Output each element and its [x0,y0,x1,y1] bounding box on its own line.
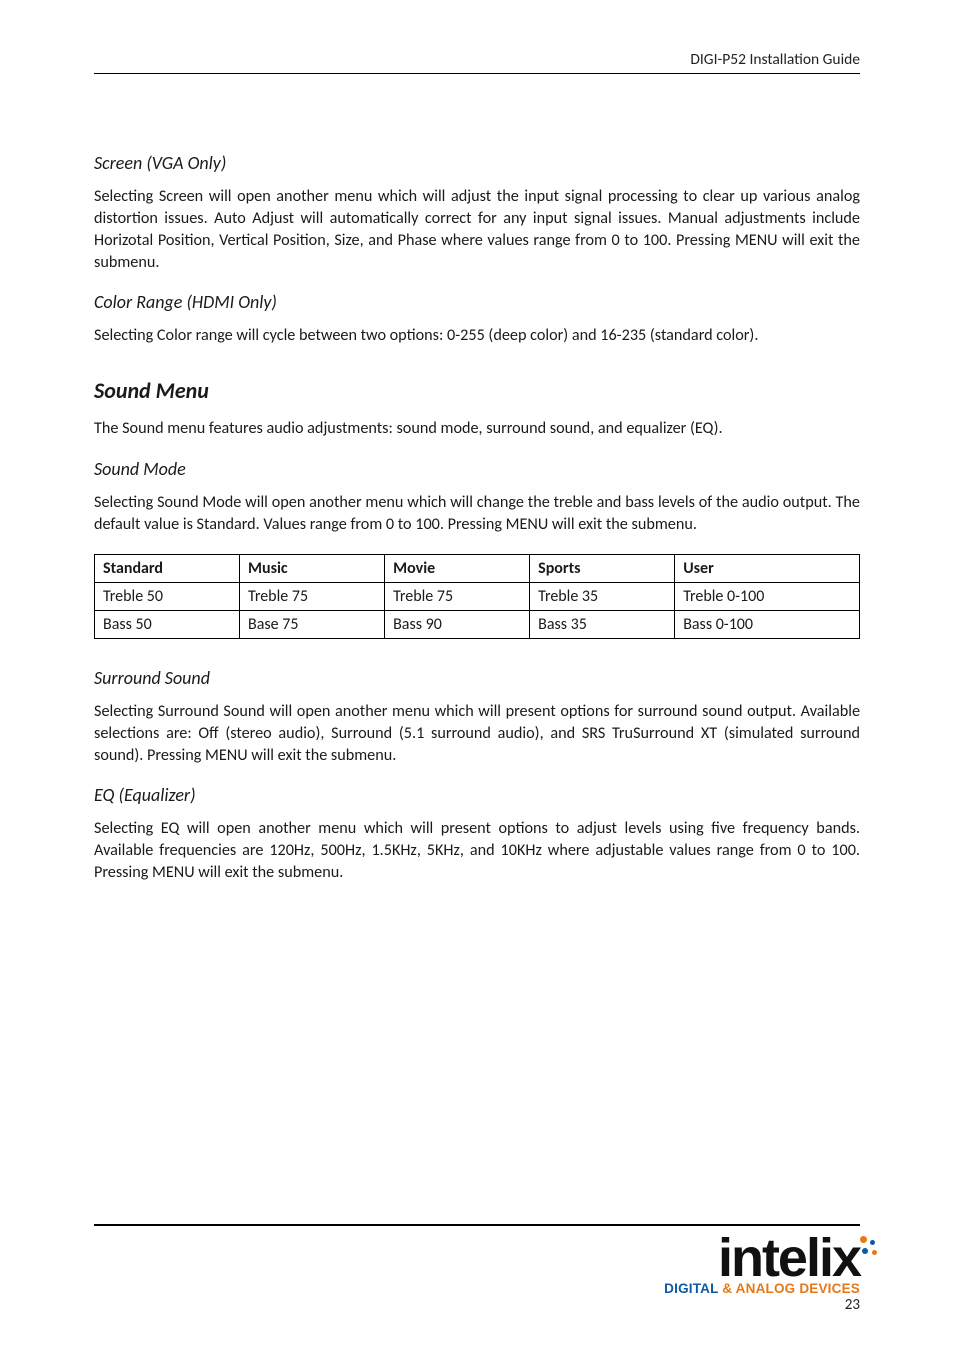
logo-text: intelix [664,1234,860,1283]
td: Treble 0-100 [675,582,860,610]
th-user: User [675,554,860,582]
th-sports: Sports [530,554,675,582]
td: Bass 50 [95,610,240,638]
table-row: Bass 50 Base 75 Bass 90 Bass 35 Bass 0-1… [95,610,860,638]
heading-screen: Screen (VGA Only) [94,152,860,174]
table-row: Treble 50 Treble 75 Treble 75 Treble 35 … [95,582,860,610]
page: DIGI-P52 Installation Guide Screen (VGA … [0,0,954,1350]
logo-main-text: intelix [718,1228,860,1288]
heading-color-range: Color Range (HDMI Only) [94,291,860,313]
body-color-range: Selecting Color range will cycle between… [94,325,860,347]
logo-dots-icon [860,1236,878,1276]
td: Treble 35 [530,582,675,610]
brand-logo: intelix DIGITAL & ANALOG DEVICES [664,1234,860,1296]
td: Treble 75 [240,582,385,610]
th-movie: Movie [385,554,530,582]
heading-eq: EQ (Equalizer) [94,784,860,806]
body-screen: Selecting Screen will open another menu … [94,186,860,273]
heading-sound-mode: Sound Mode [94,458,860,480]
td: Bass 0-100 [675,610,860,638]
th-standard: Standard [95,554,240,582]
td: Base 75 [240,610,385,638]
td: Treble 50 [95,582,240,610]
footer-rule [94,1224,860,1226]
sound-mode-table: Standard Music Movie Sports User Treble … [94,554,860,639]
logo-sub-digital: DIGITAL [664,1281,722,1296]
body-sound-mode: Selecting Sound Mode will open another m… [94,492,860,536]
header-title: DIGI-P52 Installation Guide [94,50,860,74]
logo-wrap: intelix DIGITAL & ANALOG DEVICES [94,1234,860,1298]
table-header-row: Standard Music Movie Sports User [95,554,860,582]
page-number: 23 [94,1296,860,1314]
body-sound-menu-intro: The Sound menu features audio adjustment… [94,418,860,440]
td: Bass 35 [530,610,675,638]
heading-surround: Surround Sound [94,667,860,689]
body-surround: Selecting Surround Sound will open anoth… [94,701,860,767]
td: Treble 75 [385,582,530,610]
body-eq: Selecting EQ will open another menu whic… [94,818,860,884]
th-music: Music [240,554,385,582]
footer: intelix DIGITAL & ANALOG DEVICES 23 [94,1224,860,1314]
td: Bass 90 [385,610,530,638]
heading-sound-menu: Sound Menu [94,377,860,404]
